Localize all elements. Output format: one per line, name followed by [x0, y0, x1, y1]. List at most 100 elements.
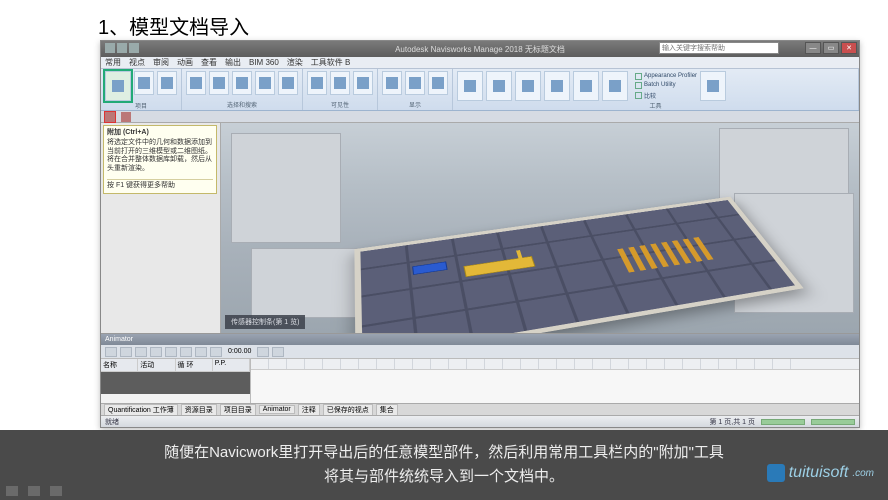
qat-undo-icon[interactable] — [117, 43, 127, 53]
tooltip-title: 附加 (Ctrl+A) — [107, 129, 213, 137]
links-button[interactable] — [382, 71, 402, 95]
progress-bar — [761, 419, 805, 425]
tab-saved-viewpoints[interactable]: 已保存的视点 — [323, 404, 373, 416]
timeline-ruler[interactable] — [251, 359, 859, 370]
tab-bim360[interactable]: BIM 360 — [249, 58, 279, 67]
quantification-button[interactable] — [515, 71, 541, 101]
quick-properties-button[interactable] — [405, 71, 425, 95]
merge-icon[interactable] — [121, 112, 131, 122]
host-taskbar-icons — [6, 486, 62, 496]
watermark-tld: .com — [852, 468, 874, 479]
tab-viewpoint[interactable]: 视点 — [129, 57, 145, 68]
anim-section-icon[interactable] — [272, 347, 284, 357]
3d-viewport[interactable]: 传感器控制条(第 1 览) — [221, 123, 859, 333]
tab-home[interactable]: 常用 — [105, 57, 121, 68]
hide-button[interactable] — [307, 71, 327, 95]
properties-button[interactable] — [428, 71, 448, 95]
tab-render[interactable]: 渲染 — [287, 57, 303, 68]
quick-access-toolbar[interactable] — [105, 43, 139, 53]
caption-line-1: 随便在Navicwork里打开导出后的任意模型部件，然后利用常用工具栏内的"附加… — [164, 441, 724, 465]
anim-add-icon[interactable] — [105, 347, 117, 357]
tab-output[interactable]: 输出 — [225, 57, 241, 68]
help-search-input[interactable] — [659, 42, 779, 54]
secondary-toolbar[interactable] — [101, 111, 859, 123]
refresh-button[interactable] — [134, 71, 154, 95]
equipment-group[interactable] — [617, 237, 713, 272]
navisworks-window: Autodesk Navisworks Manage 2018 无标题文档 — … — [100, 40, 860, 428]
qat-redo-icon[interactable] — [129, 43, 139, 53]
timeliner-button[interactable] — [486, 71, 512, 101]
save-selection-button[interactable] — [209, 71, 229, 95]
tab-sets[interactable]: 集合 — [376, 404, 398, 416]
titlebar[interactable]: Autodesk Navisworks Manage 2018 无标题文档 — … — [101, 41, 859, 57]
animator-button[interactable] — [573, 71, 599, 101]
watermark: tuituisoft.com — [767, 464, 874, 482]
find-button[interactable] — [278, 71, 298, 95]
reset-all-button[interactable] — [157, 71, 177, 95]
caption-line-2: 将其与部件统统导入到一个文档中。 — [324, 465, 564, 489]
bottom-tabs[interactable]: Quantification 工作薄 资源目录 项目目录 Animator 注释… — [101, 403, 859, 415]
reset-icon — [161, 77, 173, 89]
slide-area: 1、模型文档导入 Autodesk Navisworks Manage 2018… — [0, 0, 888, 430]
required-button[interactable] — [330, 71, 350, 95]
ribbon-group-visibility: 可见性 — [303, 69, 378, 110]
col-active: 活动 — [138, 359, 175, 371]
memory-bar — [811, 419, 855, 425]
selection-tree-button[interactable] — [232, 71, 252, 95]
tab-quantification[interactable]: Quantification 工作薄 — [104, 404, 178, 416]
anim-delete-icon[interactable] — [120, 347, 132, 357]
animator-tree[interactable]: 名称 活动 循 环 P.P. — [101, 359, 251, 403]
tab-project[interactable]: 项目目录 — [220, 404, 256, 416]
col-pp: P.P. — [213, 359, 250, 371]
append-button[interactable] — [105, 71, 131, 101]
tab-animator-bottom[interactable]: Animator — [259, 405, 295, 414]
anim-stop-icon[interactable] — [180, 347, 192, 357]
unhide-all-button[interactable] — [353, 71, 373, 95]
animator-timeline[interactable] — [251, 359, 859, 403]
watermark-brand: tuituisoft — [789, 464, 849, 482]
qat-save-icon[interactable] — [105, 43, 115, 53]
menu-tabs[interactable]: 常用 视点 审阅 动画 查看 输出 BIM 360 渲染 工具软件 B — [101, 57, 859, 69]
left-panel: 附加 (Ctrl+A) 将选定文件中的几何和数据添加到当前打开的三维模型或二维图… — [101, 123, 221, 333]
ribbon: 项目 选择和搜索 可见性 — [101, 69, 859, 111]
anim-cam-icon[interactable] — [257, 347, 269, 357]
blue-truck-model[interactable] — [412, 261, 448, 274]
clash-detective-button[interactable] — [457, 71, 483, 101]
tab-animation[interactable]: 动画 — [177, 57, 193, 68]
anim-rewind-icon[interactable] — [135, 347, 147, 357]
tab-tools[interactable]: 工具软件 B — [311, 57, 351, 68]
batch-utility-check[interactable]: Batch Utility — [635, 81, 697, 90]
tab-comments[interactable]: 注释 — [298, 404, 320, 416]
datatools-button[interactable] — [700, 71, 726, 101]
anim-stepback-icon[interactable] — [150, 347, 162, 357]
maximize-button[interactable]: ▭ — [823, 42, 839, 54]
scripter-button[interactable] — [602, 71, 628, 101]
compare-check[interactable]: 比较 — [635, 90, 697, 101]
yellow-crane-model[interactable] — [463, 256, 535, 277]
ribbon-group-display: 显示 — [378, 69, 453, 110]
anim-forward-icon[interactable] — [210, 347, 222, 357]
animator-title[interactable]: Animator — [101, 334, 859, 345]
tooltip-hint: 按 F1 键获得更多帮助 — [107, 179, 213, 190]
ribbon-group-project: 项目 — [101, 69, 182, 110]
close-button[interactable]: ✕ — [841, 42, 857, 54]
minimize-button[interactable]: — — [805, 42, 821, 54]
tab-resource[interactable]: 资源目录 — [181, 404, 217, 416]
col-name: 名称 — [101, 359, 138, 371]
tab-view[interactable]: 查看 — [201, 57, 217, 68]
anim-play-icon[interactable] — [165, 347, 177, 357]
taskbar-icon — [50, 486, 62, 496]
append-icon — [112, 80, 124, 92]
status-pages: 第 1 页,共 1 页 — [709, 417, 755, 427]
select-button[interactable] — [186, 71, 206, 95]
sets-button[interactable] — [255, 71, 275, 95]
autodesk-rendering-button[interactable] — [544, 71, 570, 101]
anim-stepfwd-icon[interactable] — [195, 347, 207, 357]
appearance-profiler-check[interactable]: Appearance Profiler — [635, 72, 697, 81]
watermark-logo-icon — [767, 464, 785, 482]
taskbar-icon — [28, 486, 40, 496]
tab-review[interactable]: 审阅 — [153, 57, 169, 68]
animator-toolbar[interactable]: 0:00.00 — [101, 345, 859, 359]
animator-empty-row[interactable] — [101, 372, 250, 394]
append-icon-small[interactable] — [105, 112, 115, 122]
